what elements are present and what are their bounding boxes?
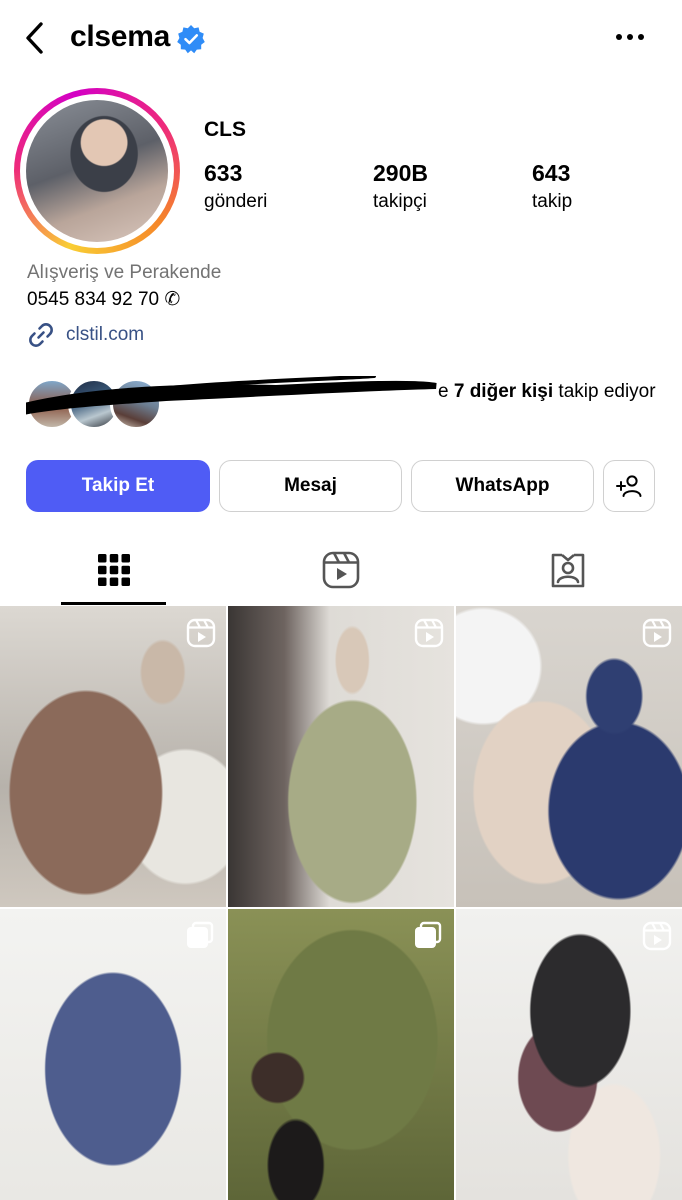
profile-phone[interactable]: 0545 834 92 70 ✆ [27, 288, 180, 311]
back-arrow-icon [26, 22, 43, 54]
post-thumbnail[interactable] [456, 606, 682, 907]
follow-button[interactable]: Takip Et [26, 460, 210, 512]
followed-by-count: 7 diğer kişi [453, 381, 554, 402]
verified-badge-icon [177, 25, 205, 54]
profile-link[interactable]: clstil.com [26, 320, 144, 350]
stat-posts-value: 633 [204, 160, 243, 186]
post-thumbnail[interactable] [0, 909, 226, 1200]
username-title: clsema [70, 20, 170, 53]
profile-link-text: clstil.com [66, 324, 145, 345]
stat-followers-value: 290B [373, 160, 428, 186]
followed-by-row[interactable]: e 7 diğer kişi takip ediyor [26, 376, 666, 436]
stat-followers-label: takipçi [373, 191, 427, 212]
profile-header: clsema [0, 0, 682, 76]
stat-followers[interactable]: 290B takipçi [373, 160, 428, 213]
display-name: CLS [204, 118, 246, 141]
reel-icon [642, 921, 672, 951]
profile-tabs [0, 536, 682, 606]
tagged-icon [551, 553, 585, 588]
story-ring[interactable] [14, 88, 180, 254]
stat-posts-label: gönderi [204, 191, 268, 212]
more-options-button[interactable] [608, 22, 652, 52]
dot [638, 34, 644, 40]
active-tab-indicator [61, 602, 166, 605]
tab-reels[interactable] [288, 536, 394, 604]
stat-posts[interactable]: 633 gönderi [204, 160, 267, 213]
stat-following[interactable]: 643 takip [532, 160, 572, 213]
suggested-users-button[interactable] [603, 460, 655, 512]
back-button[interactable] [16, 18, 52, 58]
message-button[interactable]: Mesaj [219, 460, 402, 512]
carousel-icon [415, 921, 442, 948]
followed-by-after: takip ediyor [553, 381, 656, 402]
posts-grid [0, 606, 682, 1200]
profile-category: Alışveriş ve Perakende [27, 262, 222, 283]
dot [627, 34, 633, 40]
tab-tagged[interactable] [515, 536, 621, 604]
tab-posts[interactable] [61, 536, 167, 604]
grid-icon [98, 554, 130, 586]
avatar [26, 100, 168, 242]
post-thumbnail[interactable] [228, 909, 454, 1200]
post-thumbnail[interactable] [0, 606, 226, 907]
stat-following-label: takip [532, 191, 573, 212]
redaction-scribble [26, 376, 437, 415]
avatar-border [20, 94, 174, 248]
whatsapp-button[interactable]: WhatsApp [411, 460, 594, 512]
stat-following-value: 643 [532, 160, 571, 186]
reel-icon [186, 618, 216, 648]
link-icon [29, 323, 53, 347]
dot [616, 34, 622, 40]
reel-icon [414, 618, 444, 648]
reel-icon [642, 618, 672, 648]
carousel-icon [187, 921, 214, 948]
add-user-icon [616, 475, 642, 497]
reels-icon [322, 551, 360, 589]
post-thumbnail[interactable] [456, 909, 682, 1200]
post-thumbnail[interactable] [228, 606, 454, 907]
